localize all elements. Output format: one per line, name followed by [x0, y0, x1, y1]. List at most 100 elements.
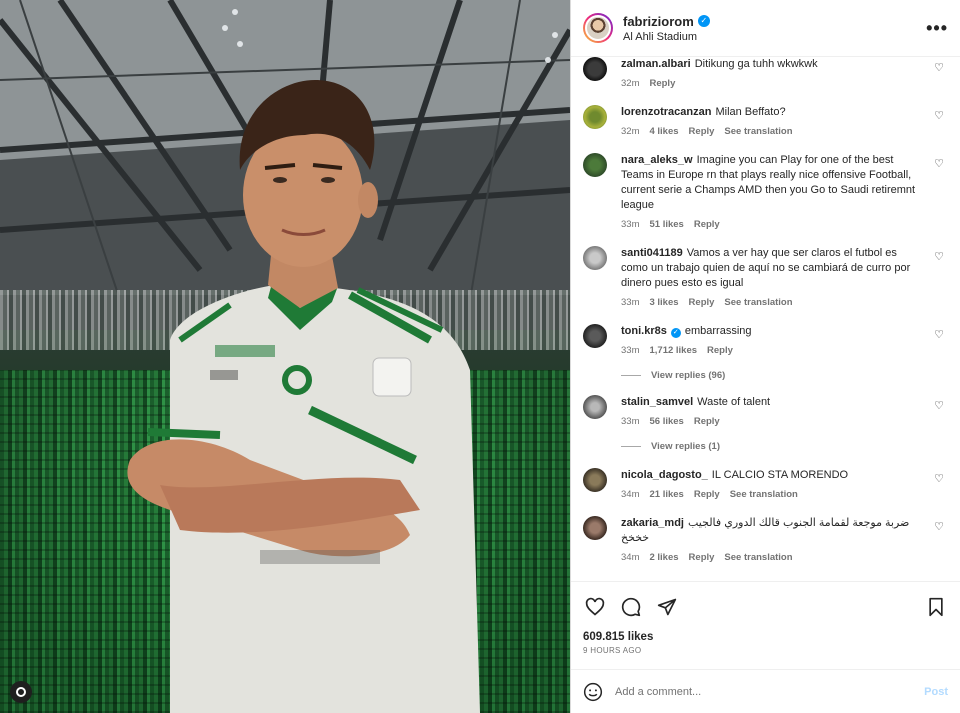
post-location[interactable]: Al Ahli Stadium: [623, 31, 926, 43]
comment-username[interactable]: nicola_dagosto_: [621, 469, 708, 481]
post-header: fabriziorom ✓ Al Ahli Stadium •••: [571, 0, 960, 57]
comment-meta: 33m 3 likes Reply See translation: [621, 297, 926, 308]
comment-meta: 33m 56 likes Reply: [621, 416, 926, 427]
comment-time[interactable]: 32m: [621, 78, 639, 89]
like-comment-heart-icon[interactable]: ♡: [934, 472, 944, 485]
comment-time[interactable]: 32m: [621, 126, 639, 137]
replies-divider: [621, 446, 641, 447]
comment-like-count[interactable]: 4 likes: [649, 126, 678, 137]
see-translation-button[interactable]: See translation: [724, 297, 792, 308]
comment-item: toni.kr8s ✓ embarrassing 33m 1,712 likes R…: [583, 324, 944, 356]
commenter-avatar[interactable]: [583, 516, 607, 540]
author-username-row: fabriziorom ✓: [623, 14, 926, 29]
reply-button[interactable]: Reply: [649, 78, 675, 89]
comment-meta: 32m Reply: [621, 78, 926, 89]
comment-like-count[interactable]: 3 likes: [649, 297, 678, 308]
comment-like-count[interactable]: 56 likes: [649, 416, 683, 427]
view-replies-button[interactable]: View replies (96): [621, 370, 944, 381]
comment-meta: 33m 1,712 likes Reply: [621, 345, 926, 356]
comment-time[interactable]: 33m: [621, 416, 639, 427]
see-translation-button[interactable]: See translation: [730, 489, 798, 500]
reply-button[interactable]: Reply: [689, 552, 715, 563]
comment-item: santi041189 Vamos a ver hay que ser claro…: [583, 246, 944, 308]
post-timestamp[interactable]: 9 HOURS AGO: [571, 643, 960, 655]
comment-username[interactable]: toni.kr8s: [621, 325, 667, 337]
comment-username[interactable]: zalman.albari: [621, 58, 691, 70]
commenter-avatar[interactable]: [583, 468, 607, 492]
see-translation-button[interactable]: See translation: [724, 126, 792, 137]
comment-text-row: lorenzotracanzan Milan Beffato?: [621, 105, 926, 120]
like-comment-heart-icon[interactable]: ♡: [934, 61, 944, 74]
comment-like-count[interactable]: 21 likes: [649, 489, 683, 500]
comment-text-row: zakaria_mdj ضربة موجعة لقمامة الجنوب قالك…: [621, 516, 926, 546]
comment-username[interactable]: nara_aleks_w: [621, 154, 693, 166]
comment-body: zakaria_mdj ضربة موجعة لقمامة الجنوب قالك…: [621, 516, 944, 563]
verified-badge-icon: ✓: [697, 15, 710, 27]
comment-text-row: santi041189 Vamos a ver hay que ser claro…: [621, 246, 926, 291]
share-icon[interactable]: [655, 595, 679, 619]
post-side-panel: fabriziorom ✓ Al Ahli Stadium ••• zalman…: [570, 0, 960, 713]
comment-time[interactable]: 33m: [621, 219, 639, 230]
like-comment-heart-icon[interactable]: ♡: [934, 109, 944, 122]
comment-like-count[interactable]: 51 likes: [649, 219, 683, 230]
comment-time[interactable]: 34m: [621, 552, 639, 563]
comments-list[interactable]: zalman.albari Ditikung ga tuhh wkwkwk 32m…: [571, 57, 960, 581]
post-image[interactable]: [0, 0, 570, 713]
add-comment-bar: Post: [571, 669, 960, 713]
like-comment-heart-icon[interactable]: ♡: [934, 520, 944, 533]
like-comment-heart-icon[interactable]: ♡: [934, 157, 944, 170]
view-replies-label: View replies (1): [651, 441, 720, 452]
comment-like-count[interactable]: 1,712 likes: [649, 345, 697, 356]
add-comment-input[interactable]: [615, 685, 925, 698]
reply-button[interactable]: Reply: [694, 416, 720, 427]
verified-badge-icon: ✓: [670, 328, 681, 338]
commenter-avatar[interactable]: [583, 153, 607, 177]
more-options-icon[interactable]: •••: [926, 18, 948, 39]
reply-button[interactable]: Reply: [694, 489, 720, 500]
comment-text-row: zalman.albari Ditikung ga tuhh wkwkwk: [621, 57, 926, 72]
like-comment-heart-icon[interactable]: ♡: [934, 328, 944, 341]
comment-icon[interactable]: [619, 595, 643, 619]
author-username[interactable]: fabriziorom: [623, 14, 694, 29]
bookmark-icon[interactable]: [924, 595, 948, 619]
reply-button[interactable]: Reply: [694, 219, 720, 230]
comment-item: nara_aleks_w Imagine you can Play for one…: [583, 153, 944, 230]
emoji-icon[interactable]: [583, 682, 603, 702]
author-avatar[interactable]: [583, 13, 613, 43]
like-comment-heart-icon[interactable]: ♡: [934, 399, 944, 412]
view-replies-label: View replies (96): [651, 370, 726, 381]
comment-username[interactable]: stalin_samvel: [621, 396, 693, 408]
heart-icon[interactable]: [583, 595, 607, 619]
comment-username[interactable]: santi041189: [621, 247, 683, 259]
comment-text: Waste of talent: [697, 396, 771, 408]
comment-username[interactable]: lorenzotracanzan: [621, 106, 711, 118]
commenter-avatar[interactable]: [583, 324, 607, 348]
post-dialog: fabriziorom ✓ Al Ahli Stadium ••• zalman…: [0, 0, 960, 713]
comment-text: embarrassing: [684, 325, 752, 337]
comment-body: toni.kr8s ✓ embarrassing 33m 1,712 likes R…: [621, 324, 944, 356]
commenter-avatar[interactable]: [583, 57, 607, 81]
tagged-user-icon[interactable]: [10, 681, 32, 703]
comment-time[interactable]: 34m: [621, 489, 639, 500]
commenter-avatar[interactable]: [583, 246, 607, 270]
comment-body: lorenzotracanzan Milan Beffato? 32m 4 lik…: [621, 105, 944, 137]
commenter-avatar[interactable]: [583, 395, 607, 419]
comment-body: zalman.albari Ditikung ga tuhh wkwkwk 32m…: [621, 57, 944, 89]
post-actions-bar: [571, 581, 960, 631]
replies-divider: [621, 375, 641, 376]
reply-button[interactable]: Reply: [707, 345, 733, 356]
commenter-avatar[interactable]: [583, 105, 607, 129]
comment-like-count[interactable]: 2 likes: [649, 552, 678, 563]
comment-username[interactable]: zakaria_mdj: [621, 517, 684, 529]
view-replies-button[interactable]: View replies (1): [621, 441, 944, 452]
likes-count[interactable]: 609.815 likes: [571, 631, 960, 643]
comment-body: nara_aleks_w Imagine you can Play for one…: [621, 153, 944, 230]
comment-text: Milan Beffato?: [715, 106, 786, 118]
see-translation-button[interactable]: See translation: [724, 552, 792, 563]
reply-button[interactable]: Reply: [689, 297, 715, 308]
comment-time[interactable]: 33m: [621, 345, 639, 356]
post-comment-button[interactable]: Post: [924, 686, 948, 698]
like-comment-heart-icon[interactable]: ♡: [934, 250, 944, 263]
reply-button[interactable]: Reply: [689, 126, 715, 137]
comment-time[interactable]: 33m: [621, 297, 639, 308]
